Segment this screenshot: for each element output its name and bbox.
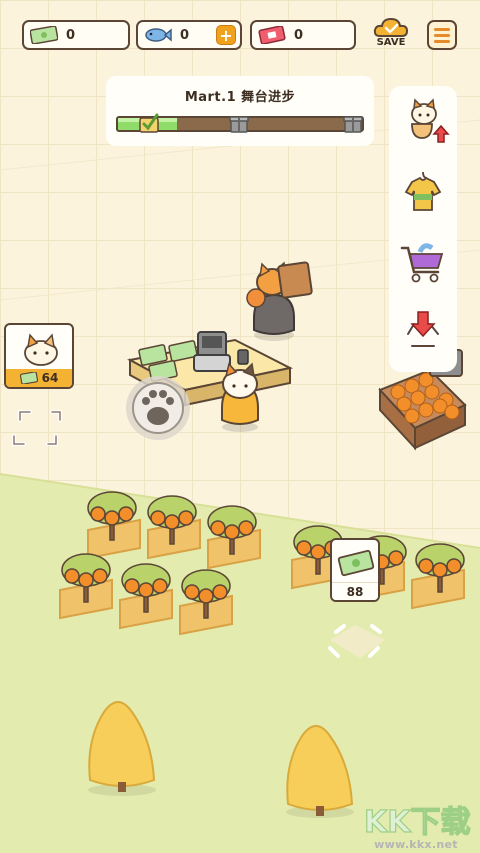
plot-price: 88	[346, 584, 364, 599]
add-fish-button[interactable]: +	[216, 25, 236, 45]
ticket-counter: 0	[250, 20, 356, 50]
buy-plot-bubble[interactable]: 88	[330, 538, 380, 602]
watermark-url: www.kkx.net	[374, 838, 458, 851]
recycle-download-icon	[404, 311, 442, 350]
cat-upgrade-button[interactable]	[394, 94, 452, 152]
cash-icon	[19, 372, 38, 384]
cash-icon	[30, 26, 58, 44]
kk-logo: KK下载	[363, 804, 471, 840]
hire-cat-price: 64	[41, 371, 59, 385]
cash-icon	[337, 549, 375, 577]
shopping-cart-icon	[400, 243, 444, 283]
menu-icon	[434, 40, 450, 43]
save-label: SAVE	[376, 37, 406, 48]
stage-progress-panel: Mart.1 舞台进步	[106, 76, 374, 146]
cash-counter: 0	[22, 20, 130, 50]
fish-value: 0	[180, 27, 190, 43]
plot-price-bar: 88	[332, 582, 378, 600]
outfit-button[interactable]	[394, 164, 452, 222]
cash-value: 0	[66, 27, 76, 43]
fish-icon	[145, 28, 172, 42]
paw-button	[126, 376, 190, 440]
menu-icon	[434, 28, 450, 31]
cat-icon	[24, 333, 58, 366]
recycle-button[interactable]	[394, 304, 452, 362]
stage-progress-title: Mart.1 舞台进步	[184, 90, 296, 105]
side-menu	[389, 86, 457, 372]
cashier-cat	[221, 362, 259, 432]
ticket-value: 0	[294, 27, 304, 43]
placement-marker	[12, 410, 62, 446]
svg-text:KK下载: KK下载	[364, 805, 471, 840]
fish-counter: 0 +	[136, 20, 242, 50]
check-icon	[139, 113, 159, 133]
ticket-icon	[258, 26, 286, 44]
shirt-icon	[404, 171, 442, 211]
watermark: KK下载 www.kkx.net	[360, 800, 480, 853]
gift-icon	[229, 116, 249, 133]
menu-icon	[434, 34, 450, 37]
shop-button[interactable]	[394, 234, 452, 292]
menu-button[interactable]	[427, 20, 457, 50]
cat-upgrade-icon	[411, 98, 450, 143]
gift-icon	[343, 116, 363, 133]
save-button[interactable]: SAVE	[372, 16, 410, 54]
shopper-cat	[246, 261, 313, 341]
hire-cat-bubble[interactable]: 64	[4, 323, 74, 389]
hire-cat-price-bar: 64	[6, 369, 72, 387]
